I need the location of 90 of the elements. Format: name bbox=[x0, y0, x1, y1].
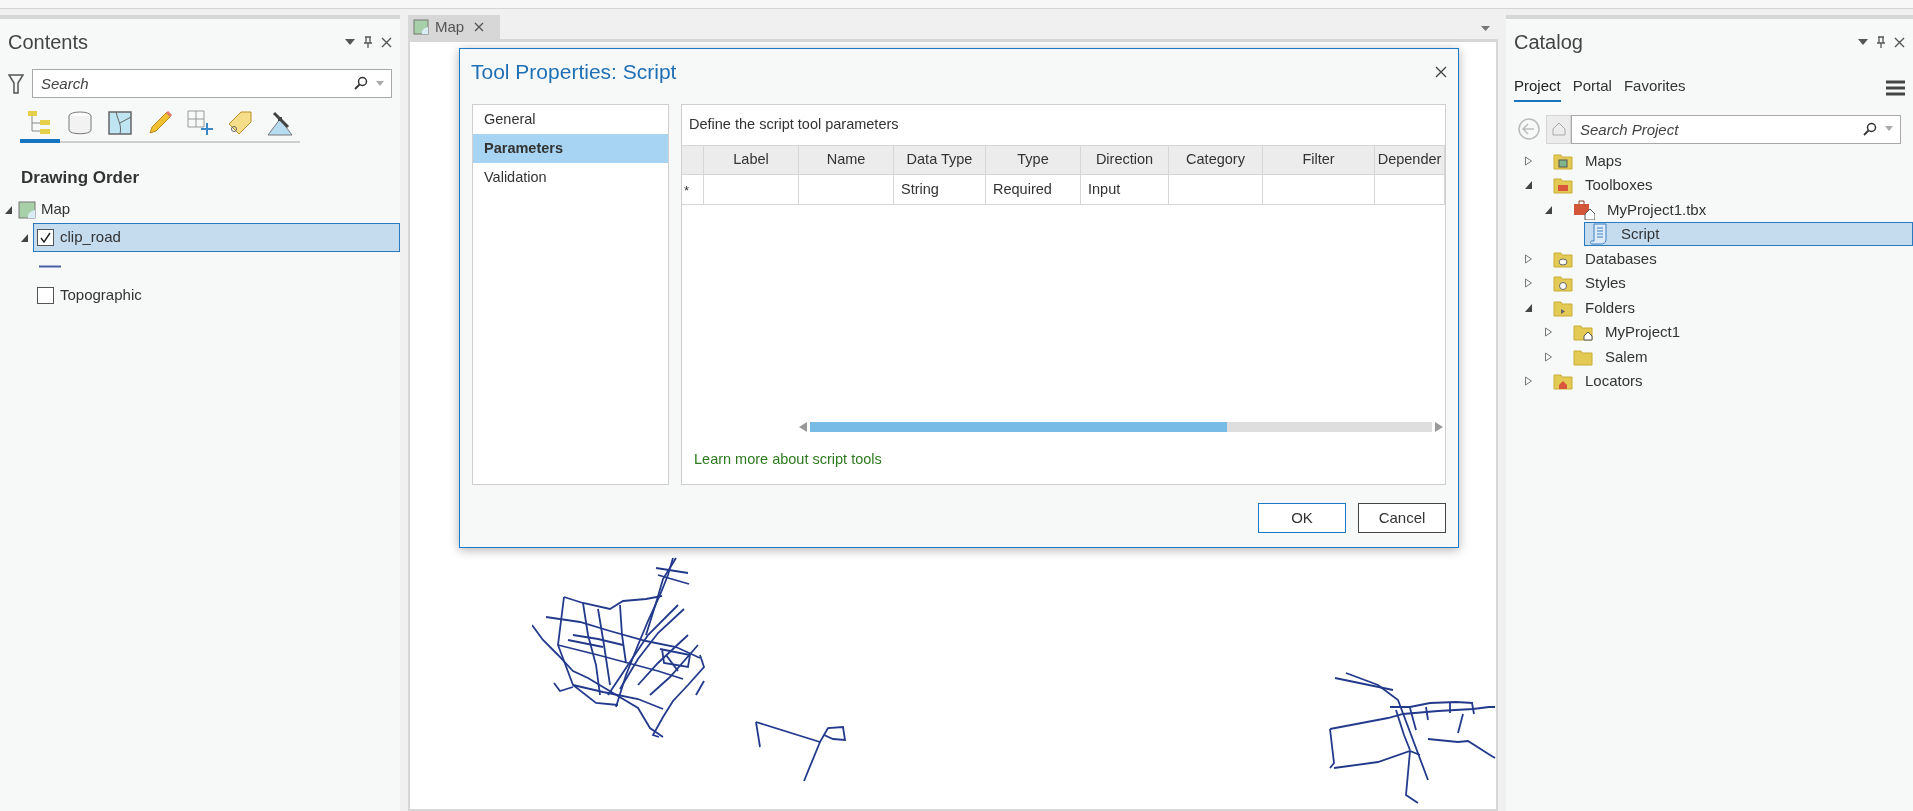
pane-title: Contents bbox=[8, 30, 89, 55]
scroll-right-icon[interactable] bbox=[1435, 422, 1443, 433]
catalog-item[interactable]: Folders bbox=[1548, 295, 1645, 320]
dropdown-icon[interactable] bbox=[1481, 26, 1490, 31]
collapse-arrow-icon[interactable] bbox=[1524, 180, 1533, 191]
layer-item[interactable]: clip_road bbox=[33, 223, 400, 252]
horizontal-scrollbar[interactable] bbox=[799, 421, 1443, 434]
folder-palette-icon bbox=[1553, 274, 1573, 293]
map-selection-icon bbox=[106, 108, 134, 137]
folder-database-icon bbox=[1553, 249, 1573, 268]
expand-arrow-icon[interactable] bbox=[1544, 351, 1553, 362]
expand-arrow-icon[interactable] bbox=[1524, 376, 1533, 387]
expand-arrow-icon[interactable] bbox=[1544, 327, 1553, 338]
collapse-arrow-icon[interactable] bbox=[20, 232, 29, 243]
tag-icon bbox=[226, 108, 254, 137]
catalog-item[interactable]: Styles bbox=[1548, 271, 1635, 296]
filter-icon[interactable] bbox=[8, 72, 24, 95]
catalog-tab[interactable]: Portal bbox=[1572, 75, 1612, 102]
catalog-tab[interactable]: Favorites bbox=[1623, 75, 1686, 102]
script-icon bbox=[1589, 223, 1609, 246]
column-header[interactable]: Depender bbox=[1375, 146, 1445, 174]
table-cell[interactable]: String bbox=[894, 175, 986, 204]
layer-item[interactable]: Map bbox=[18, 198, 79, 221]
collapse-arrow-icon[interactable] bbox=[1524, 302, 1533, 313]
layer-item[interactable]: Topographic bbox=[33, 281, 400, 310]
map-icon bbox=[18, 200, 36, 219]
pin-icon[interactable] bbox=[1876, 36, 1886, 48]
catalog-item[interactable]: MyProject1.tbx bbox=[1568, 197, 1716, 222]
column-header[interactable]: Data Type bbox=[894, 146, 986, 174]
grid-add-icon bbox=[186, 108, 214, 137]
panel-description: Define the script tool parameters bbox=[688, 115, 900, 135]
search-field[interactable]: Search Project bbox=[1571, 114, 1901, 144]
pane-title: Catalog bbox=[1514, 30, 1583, 55]
column-header[interactable]: Filter bbox=[1263, 146, 1375, 174]
collapse-arrow-icon[interactable] bbox=[1544, 204, 1553, 215]
expand-arrow-icon[interactable] bbox=[1524, 278, 1533, 289]
close-icon[interactable] bbox=[1894, 36, 1905, 48]
pin-icon[interactable] bbox=[363, 36, 373, 48]
pencil-icon bbox=[146, 108, 174, 137]
collapse-arrow-icon[interactable] bbox=[4, 204, 13, 215]
catalog-item[interactable]: Script bbox=[1584, 222, 1913, 247]
folder-house-icon bbox=[1553, 372, 1573, 391]
folder-home-icon bbox=[1573, 323, 1593, 342]
folder-icon bbox=[1573, 347, 1593, 366]
catalog-tab[interactable]: Project bbox=[1514, 75, 1561, 102]
table-cell[interactable]: Input bbox=[1081, 175, 1169, 204]
map-icon bbox=[413, 19, 429, 35]
section-heading: Drawing Order bbox=[21, 167, 140, 189]
close-icon[interactable] bbox=[381, 36, 392, 48]
catalog-item[interactable]: Maps bbox=[1548, 148, 1631, 173]
search-field[interactable]: Search bbox=[32, 69, 392, 98]
expand-arrow-icon[interactable] bbox=[1524, 253, 1533, 264]
catalog-item[interactable]: Databases bbox=[1548, 246, 1666, 271]
close-icon[interactable] bbox=[1435, 66, 1447, 78]
folder-toolbox-icon bbox=[1553, 176, 1573, 195]
table-cell[interactable]: Required bbox=[986, 175, 1081, 204]
search-icon[interactable] bbox=[1863, 121, 1877, 136]
help-link[interactable]: Learn more about script tools bbox=[694, 449, 882, 471]
layer-checkbox[interactable] bbox=[37, 229, 54, 246]
toolbox-home-icon bbox=[1573, 199, 1595, 220]
menu-icon[interactable] bbox=[1886, 80, 1905, 97]
catalog-item[interactable]: Locators bbox=[1548, 369, 1652, 394]
layer-checkbox[interactable] bbox=[37, 287, 54, 304]
dropdown-icon[interactable] bbox=[1858, 39, 1868, 45]
column-header[interactable]: Category bbox=[1169, 146, 1263, 174]
column-header[interactable]: Label bbox=[704, 146, 799, 174]
search-icon[interactable] bbox=[354, 76, 368, 90]
home-icon bbox=[1551, 122, 1566, 136]
dialog-button[interactable]: Cancel bbox=[1358, 503, 1446, 533]
dialog-button[interactable]: OK bbox=[1258, 503, 1346, 533]
dialog-title: Tool Properties: Script bbox=[471, 59, 677, 86]
checkmark-icon bbox=[40, 232, 51, 243]
close-icon[interactable] bbox=[474, 22, 485, 32]
dropdown-icon[interactable] bbox=[345, 39, 355, 45]
column-header[interactable]: Direction bbox=[1081, 146, 1169, 174]
catalog-item[interactable]: Toolboxes bbox=[1548, 173, 1662, 198]
expand-arrow-icon[interactable] bbox=[1524, 155, 1533, 166]
folder-map-icon bbox=[1553, 151, 1573, 170]
scroll-left-icon[interactable] bbox=[799, 422, 807, 433]
column-header[interactable]: Type bbox=[986, 146, 1081, 174]
dialog-nav-item[interactable]: Validation bbox=[473, 163, 668, 192]
catalog-item[interactable]: MyProject1 bbox=[1568, 320, 1690, 345]
folder-icon bbox=[1553, 298, 1573, 317]
dialog-nav-item[interactable]: General bbox=[473, 105, 668, 134]
database-icon bbox=[66, 108, 94, 137]
line-symbol-icon bbox=[39, 265, 61, 268]
column-header[interactable]: Name bbox=[799, 146, 894, 174]
dialog-nav-item[interactable]: Parameters bbox=[473, 134, 668, 163]
map-tab[interactable]: Map bbox=[408, 15, 500, 39]
catalog-item[interactable]: Salem bbox=[1568, 344, 1657, 369]
